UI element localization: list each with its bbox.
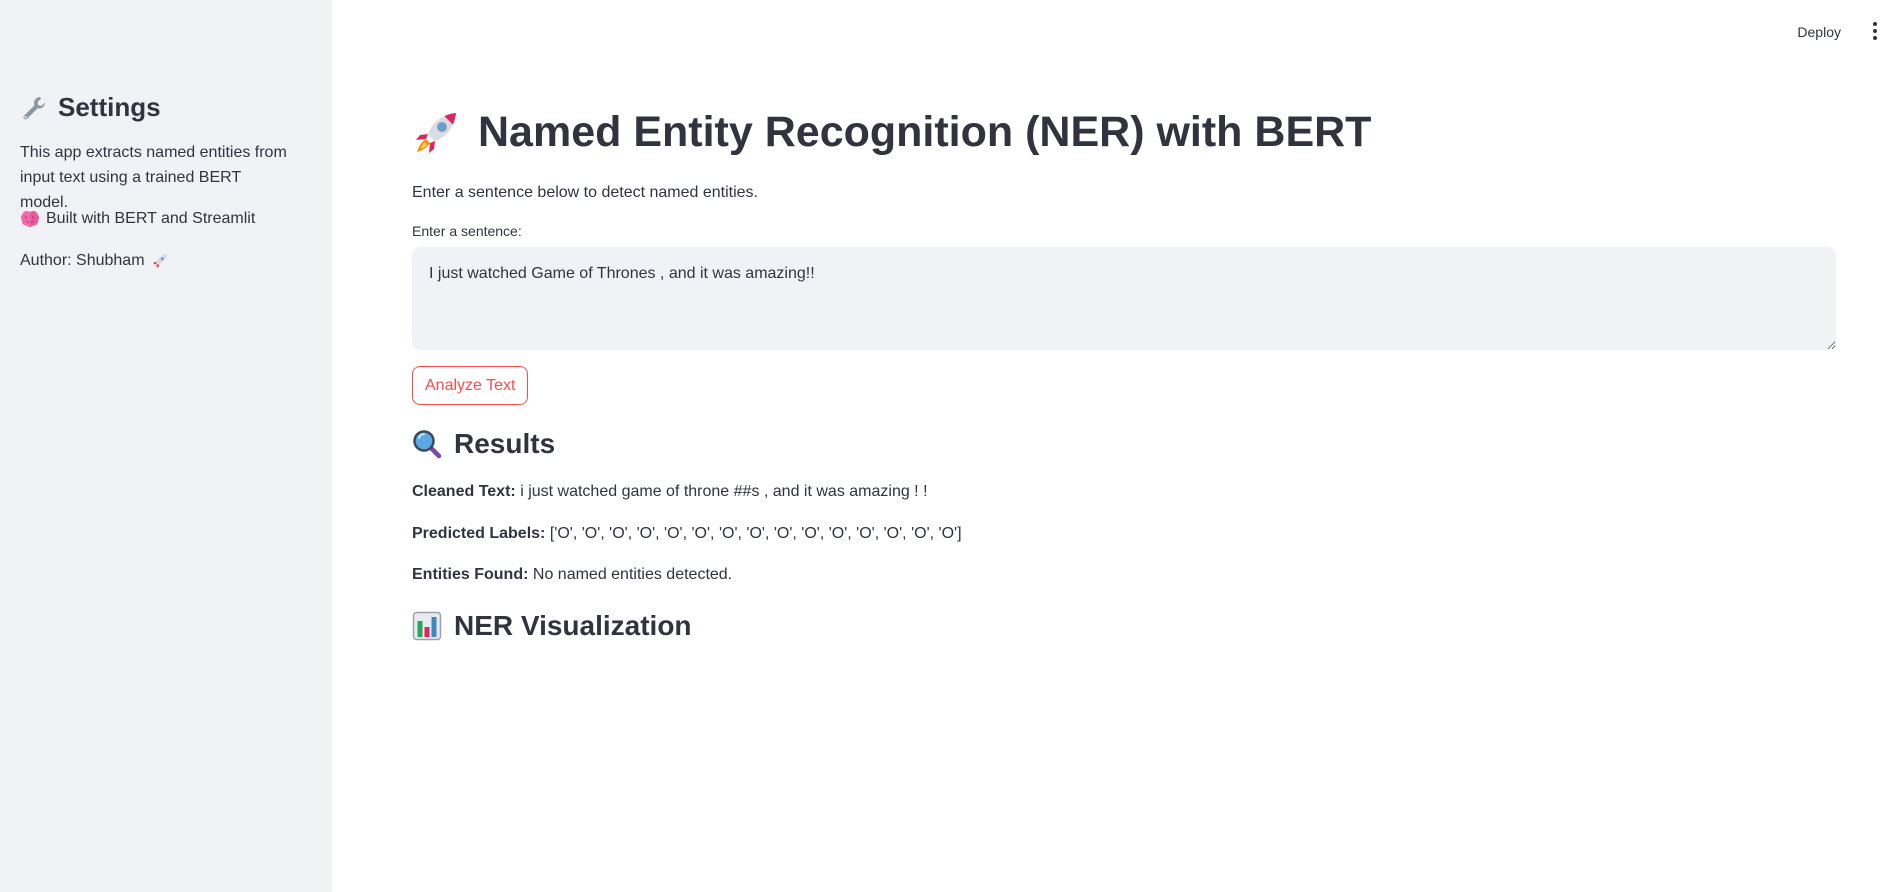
magnifying-glass-icon	[413, 430, 442, 459]
sidebar-built-text: Built with BERT and Streamlit	[46, 210, 256, 227]
deploy-button[interactable]: Deploy	[1787, 18, 1851, 46]
sidebar-author-text: Author: Shubham	[20, 252, 145, 269]
app-root: Settings This app extracts named entitie…	[0, 0, 1897, 892]
entities-found-row: Entities Found: No named entities detect…	[412, 562, 732, 587]
sidebar-author: Author: Shubham	[20, 248, 169, 273]
cleaned-text-row: Cleaned Text: i just watched game of thr…	[412, 479, 928, 504]
sidebar: Settings This app extracts named entitie…	[0, 0, 332, 892]
entities-found-value: No named entities detected.	[532, 566, 733, 583]
predicted-labels-value: ['O', 'O', 'O', 'O', 'O', 'O', 'O', 'O',…	[549, 525, 962, 542]
sidebar-built-with: Built with BERT and Streamlit	[20, 206, 255, 231]
sidebar-title-text: Settings	[58, 92, 161, 122]
visualization-heading: NER Visualization	[412, 610, 692, 642]
predicted-labels-row: Predicted Labels: ['O', 'O', 'O', 'O', '…	[412, 521, 962, 546]
sidebar-title: Settings	[20, 92, 161, 123]
page-title-text: Named Entity Recognition (NER) with BERT	[478, 108, 1372, 156]
sidebar-description: This app extracts named entities from in…	[20, 144, 287, 211]
sentence-input-label: Enter a sentence:	[412, 223, 522, 239]
wrench-icon	[23, 96, 45, 119]
predicted-labels-label: Predicted Labels:	[412, 525, 546, 542]
entities-found-label: Entities Found:	[412, 566, 529, 583]
kebab-menu-icon[interactable]	[1863, 18, 1887, 44]
rocket-icon	[416, 112, 456, 153]
results-heading-text: Results	[454, 428, 556, 459]
cleaned-text-value: i just watched game of throne ##s , and …	[520, 483, 928, 500]
bar-chart-icon	[412, 611, 442, 641]
analyze-text-button[interactable]: Analyze Text	[412, 366, 529, 405]
sentence-input-container: I just watched Game of Thrones , and it …	[412, 247, 1836, 350]
results-heading: Results	[412, 428, 555, 460]
page-title: Named Entity Recognition (NER) with BERT	[412, 108, 1371, 157]
rocket-icon	[152, 253, 167, 268]
brain-icon	[20, 210, 40, 227]
sentence-input[interactable]: I just watched Game of Thrones , and it …	[412, 247, 1836, 350]
page-subtitle: Enter a sentence below to detect named e…	[412, 184, 758, 201]
cleaned-text-label: Cleaned Text:	[412, 483, 516, 500]
visualization-heading-text: NER Visualization	[454, 610, 692, 641]
